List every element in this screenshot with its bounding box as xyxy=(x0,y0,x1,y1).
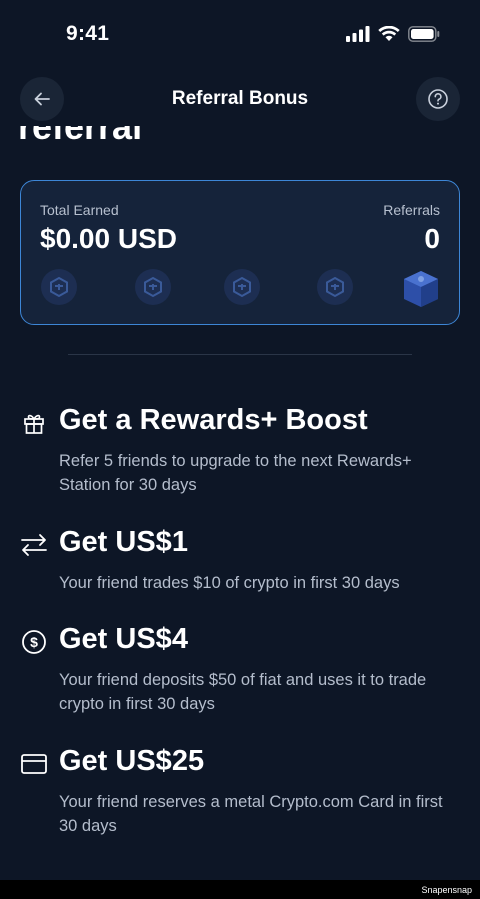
nav-bar: Referral Bonus xyxy=(0,74,480,124)
benefit-description: Your friend deposits $50 of fiat and use… xyxy=(59,671,427,713)
locked-badge-icon xyxy=(224,269,260,305)
swap-arrows-icon xyxy=(20,531,48,559)
benefit-description: Refer 5 friends to upgrade to the next R… xyxy=(59,452,412,494)
benefit-title: Get US$4 xyxy=(59,623,188,655)
referral-badges xyxy=(41,269,441,309)
bottom-bar xyxy=(0,880,480,899)
referrals-label: Referrals xyxy=(383,202,440,218)
scrolled-heading-text: referral xyxy=(18,126,143,147)
benefit-description: Your friend trades $10 of crypto in firs… xyxy=(59,574,400,592)
card-icon xyxy=(20,750,48,778)
page-title: Referral Bonus xyxy=(171,88,309,109)
locked-badge-icon xyxy=(41,269,77,305)
total-earned-value: $0.00 USD xyxy=(40,223,177,254)
status-bar: 9:41 xyxy=(0,0,480,70)
question-circle-icon xyxy=(428,89,448,109)
divider xyxy=(68,354,412,355)
dollar-coin-icon: $ xyxy=(20,628,48,656)
total-earned-label: Total Earned xyxy=(40,202,119,218)
earnings-card: Total Earned $0.00 USD Referrals 0 xyxy=(20,180,460,325)
locked-badge-icon xyxy=(135,269,171,305)
cube-icon xyxy=(404,271,438,307)
locked-badge-icon xyxy=(317,269,353,305)
signal-icon xyxy=(346,26,370,42)
benefit-title: Get US$1 xyxy=(59,526,188,558)
gift-icon xyxy=(20,409,48,437)
help-button[interactable] xyxy=(416,77,460,121)
benefit-title: Get US$25 xyxy=(59,745,205,777)
svg-text:$: $ xyxy=(30,634,38,650)
benefit-description: Your friend reserves a metal Crypto.com … xyxy=(59,793,443,835)
watermark: Snapensnap xyxy=(421,885,472,895)
battery-icon xyxy=(408,26,440,42)
referrals-value: 0 xyxy=(424,223,440,254)
status-icons xyxy=(346,26,440,42)
status-time: 9:41 xyxy=(66,22,110,45)
wifi-icon xyxy=(378,26,400,41)
benefit-title: Get a Rewards+ Boost xyxy=(59,404,368,436)
scrolled-heading: referral xyxy=(0,126,480,156)
